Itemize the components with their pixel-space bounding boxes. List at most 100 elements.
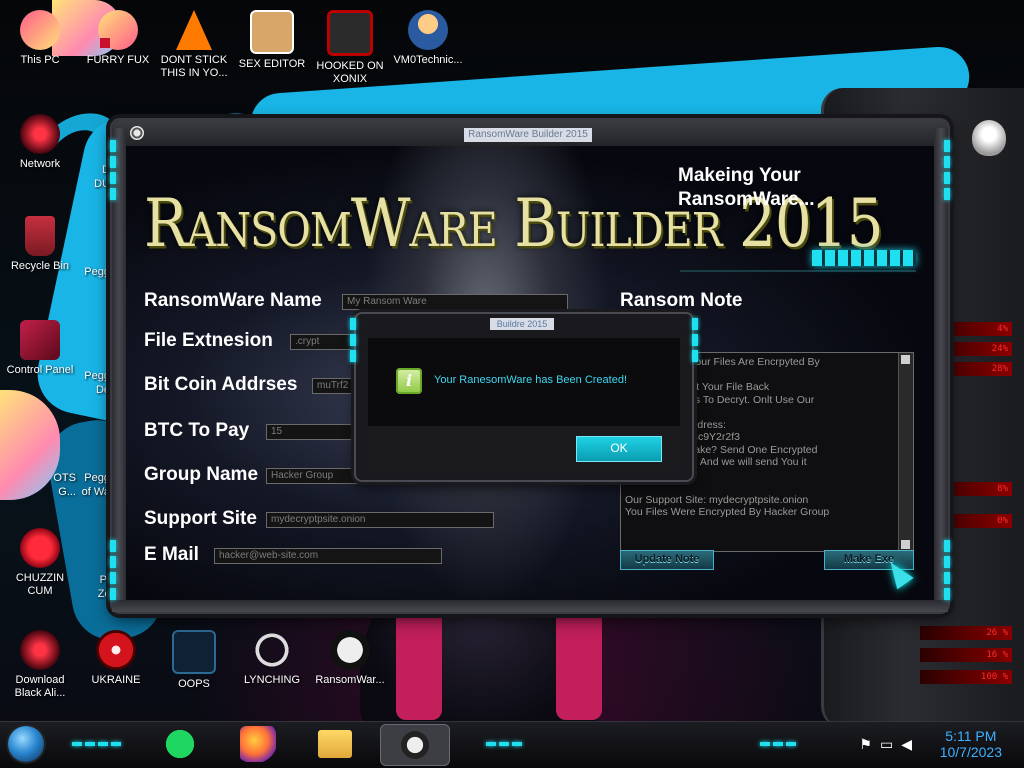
desktop-icon-lynching[interactable]: LYNCHING — [236, 630, 308, 687]
radiation-icon — [96, 630, 136, 670]
frame-led-strip — [110, 540, 116, 604]
taskbar-led-strip — [72, 742, 121, 746]
flag-icon[interactable]: ⚑ — [859, 736, 880, 752]
control-panel-icon — [20, 320, 60, 360]
dialog-led-strip — [350, 318, 356, 366]
window-menu-icon[interactable] — [130, 126, 144, 140]
red-fuzzball-icon — [20, 528, 60, 568]
frame-led-strip — [110, 140, 116, 204]
dialog-title: Buildre 2015 — [490, 318, 554, 330]
firefox-taskbar-icon[interactable] — [240, 726, 276, 762]
desktop-icon-clipped: of Wa — [81, 486, 110, 498]
desktop-icon-clipped: De — [95, 384, 110, 396]
desktop-icon-download-black[interactable]: Download Black Ali... — [4, 630, 76, 700]
cartoon-face-icon — [98, 10, 138, 50]
desktop-icon-label: Control Panel — [6, 364, 74, 376]
frame-led-strip — [944, 540, 950, 604]
note-line: You Files Were Encrypted By Hacker Group — [625, 506, 830, 518]
desktop-icon-xonix[interactable]: HOOKED ON XONIX — [314, 10, 386, 86]
gadget-meter: 26 % — [920, 626, 1012, 640]
scroll-up-arrow-icon[interactable] — [901, 355, 910, 364]
note-line: Our Support Site: mydecryptpsite.onion — [625, 493, 809, 506]
label-btc-address: Bit Coin Addrses — [144, 374, 298, 395]
build-progress-bar — [680, 246, 916, 274]
dialog-footer: OK — [368, 426, 680, 466]
desktop-icon-clipped[interactable]: D — [74, 164, 110, 177]
desktop-icon-label: UKRAINE — [91, 674, 141, 686]
clock-date: 10/7/2023 — [939, 744, 1002, 760]
taskbar-led-strip — [760, 742, 796, 746]
skull-icon — [401, 731, 429, 759]
alienware-logo-icon — [972, 120, 1006, 156]
ransomware-name-field[interactable]: My Ransom Ware — [342, 294, 568, 310]
desktop-icon-label: LYNCHING — [243, 674, 301, 686]
dialog-led-strip — [692, 318, 698, 366]
progress-fill — [812, 250, 916, 266]
email-field[interactable]: hacker@web-site.com — [214, 548, 442, 564]
ok-button[interactable]: OK — [576, 436, 662, 462]
desktop-icon-this-pc[interactable]: This PC — [4, 10, 76, 67]
desktop-icon-ukraine[interactable]: UKRAINE — [80, 630, 152, 687]
desktop-icon-label: SEX EDITOR — [238, 58, 306, 70]
desktop-icon-ransomware[interactable]: RansomWar... — [314, 630, 386, 687]
desktop-icon-vm0technic[interactable]: VM0Technic... — [392, 10, 464, 67]
label-group-name: Group Name — [144, 464, 259, 485]
note-scrollbar[interactable] — [898, 353, 913, 551]
taskbar: ⚑▭◀ 5:11 PM 10/7/2023 — [0, 721, 1024, 768]
recycle-bin-icon — [25, 216, 55, 256]
desktop-icon-dont-stick[interactable]: DONT STICK THIS IN YO... — [158, 10, 230, 80]
desktop-icon-recycle-bin[interactable]: Recycle Bin — [4, 216, 76, 273]
dialog-body: i Your RanesomWare has Been Created! — [368, 338, 680, 426]
label-email: E Mail — [144, 544, 199, 565]
noose-icon — [252, 630, 292, 670]
label-ransom-note: Ransom Note — [620, 290, 743, 311]
desktop-icon-oops[interactable]: OOPS — [158, 630, 230, 691]
desktop-icon-clipped: Zc — [97, 588, 110, 600]
desktop-icon-furry-fux[interactable]: FURRY FUX — [82, 10, 154, 67]
wallpaper-figure-leg — [396, 610, 442, 720]
scroll-down-arrow-icon[interactable] — [901, 540, 910, 549]
desktop-icon-control-panel[interactable]: Control Panel — [4, 320, 76, 377]
network-icon — [20, 114, 60, 154]
btc-to-pay-field[interactable]: 15 — [266, 424, 366, 440]
ransomware-builder-taskbar-button[interactable] — [380, 724, 450, 766]
desktop-icon-label: HOOKED ON XONIX — [316, 60, 384, 85]
wallpaper-figure-leg — [556, 610, 602, 720]
support-site-field[interactable]: mydecryptpsite.onion — [266, 512, 494, 528]
clock-time: 5:11 PM — [945, 728, 997, 744]
desktop-icon-label: OOPS — [178, 678, 210, 690]
system-tray: ⚑▭◀ — [859, 736, 920, 753]
desktop-icon-clipped[interactable]: Pegg — [74, 472, 110, 485]
build-status-heading: Makeing Your RansomWare... — [678, 165, 815, 210]
desktop-icon-sex-editor[interactable]: SEX EDITOR — [236, 10, 308, 71]
desktop-icon-label: FURRY FUX — [86, 54, 150, 66]
gadget-meter: 100 % — [920, 670, 1012, 684]
update-note-button[interactable]: Update Note — [620, 550, 714, 570]
volume-icon[interactable]: ◀ — [901, 736, 920, 752]
traffic-cone-icon — [176, 10, 212, 50]
desktop-icon-clipped[interactable]: Pegg — [74, 370, 110, 383]
desktop-icon-label: RansomWar... — [315, 674, 385, 686]
desktop-icon-label: DONT STICK THIS IN YO... — [160, 54, 228, 79]
network-tray-icon[interactable]: ▭ — [880, 736, 901, 752]
file-explorer-taskbar-icon[interactable] — [318, 730, 352, 758]
desktop-icon-clipped: G... — [58, 486, 76, 498]
info-icon: i — [396, 368, 422, 394]
window-frame-bottom — [112, 600, 948, 612]
label-support-site: Support Site — [144, 508, 257, 529]
desktop-icon-clipped[interactable]: Pegg — [74, 266, 110, 279]
desktop-icon-clipped[interactable]: PI — [74, 574, 110, 587]
desktop-icon-network[interactable]: Network — [4, 114, 76, 171]
label-ransomware-name: RansomWare Name — [144, 290, 322, 311]
desktop-icon-label: Download Black Ali... — [14, 674, 66, 699]
start-button[interactable] — [8, 726, 44, 762]
skull-icon — [330, 630, 370, 670]
dialog-message: Your RanesomWare has Been Created! — [434, 374, 628, 386]
black-alien-icon — [20, 630, 60, 670]
hex-editor-icon — [250, 10, 294, 54]
desktop-icon-chuzzin[interactable]: CHUZZIN CUM — [4, 528, 76, 598]
taskbar-clock[interactable]: 5:11 PM 10/7/2023 — [940, 728, 1002, 760]
xonix-game-icon — [327, 10, 373, 56]
desktop-icon-label: VM0Technic... — [393, 54, 463, 66]
spotify-taskbar-icon[interactable] — [162, 726, 198, 762]
